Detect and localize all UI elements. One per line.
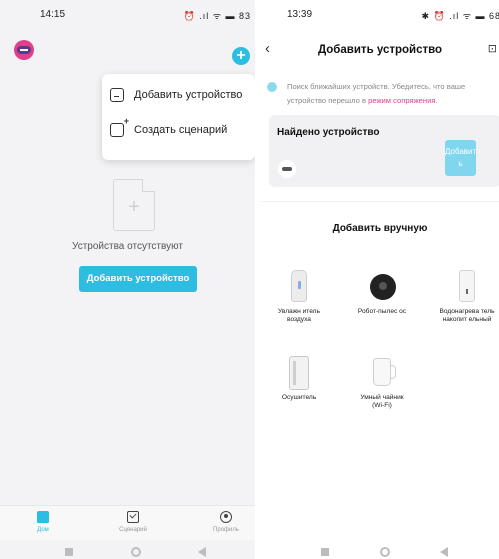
found-device-add-button[interactable]: Добавит ь [445, 140, 476, 176]
search-hint-end: . [435, 96, 438, 105]
home-circle-icon[interactable] [380, 547, 390, 557]
back-triangle-icon[interactable] [198, 547, 206, 557]
device-water-heater[interactable]: Водонагрева тель накопит ельный [439, 270, 495, 340]
menu-item-create-scene[interactable]: Создать сценарий [102, 115, 255, 145]
system-nav-bar [0, 543, 255, 559]
checkbox-icon [127, 511, 139, 523]
section-divider [261, 201, 499, 202]
empty-document-icon: + [113, 179, 155, 231]
scan-icon[interactable]: ⊡ [488, 42, 497, 55]
status-icons: ⏰ .ıl ᯤ ▬ 83 [183, 11, 251, 21]
humidifier-icon [291, 270, 307, 302]
recents-square-icon[interactable] [65, 548, 73, 556]
search-hint: Поиск ближайших устройств. Убедитесь, чт… [287, 80, 495, 108]
manual-add-title: Добавить вручную [332, 223, 428, 234]
profile-icon [220, 511, 232, 523]
searching-indicator-icon [267, 82, 277, 92]
device-smart-kettle[interactable]: Умный чайник (Wi-Fi) [354, 356, 410, 426]
create-scene-icon [110, 116, 129, 137]
water-heater-icon [459, 270, 475, 302]
tab-profile[interactable]: Профиль [201, 511, 251, 533]
add-plus-button[interactable]: + [232, 47, 250, 65]
kettle-icon [373, 358, 396, 386]
found-device-icon [278, 160, 296, 178]
status-icons: ✱ ⏰ .ıl ᯤ ▬ 68 [421, 11, 499, 21]
home-icon [37, 511, 49, 523]
device-label: Робот-пылес ос [357, 308, 407, 315]
right-phone-screen: 13:39 ✱ ⏰ .ıl ᯤ ▬ 68 ‹ Добавить устройст… [261, 0, 499, 559]
home-circle-icon[interactable] [131, 547, 141, 557]
empty-state-text: Устройства отсутствуют [72, 241, 183, 252]
status-time: 13:39 [287, 9, 313, 20]
app-logo-icon [14, 40, 34, 60]
status-bar: 14:15 ⏰ .ıl ᯤ ▬ 83 [0, 0, 255, 28]
left-phone-screen: 14:15 ⏰ .ıl ᯤ ▬ 83 + Добавить устройство… [0, 0, 255, 559]
tab-home[interactable]: Дом [18, 511, 68, 533]
add-device-icon [110, 88, 124, 102]
found-device-title: Найдено устройство [277, 127, 380, 138]
status-bar: 13:39 ✱ ⏰ .ıl ᯤ ▬ 68 [261, 0, 499, 28]
add-popup-menu: Добавить устройство Создать сценарий [102, 74, 255, 160]
dehumidifier-icon [289, 356, 309, 390]
tab-scenes-label: Сценарий [119, 527, 147, 533]
pairing-mode-link[interactable]: режим сопряжения [368, 96, 435, 105]
device-humidifier[interactable]: Увлажн итель воздуха [271, 270, 327, 340]
tab-home-label: Дом [37, 527, 49, 533]
device-label: Умный чайник (Wi-Fi) [360, 394, 404, 409]
device-label: Водонагрева тель накопит ельный [439, 308, 495, 323]
bottom-tab-bar: Дом Сценарий Профиль [0, 505, 255, 540]
tab-scenes[interactable]: Сценарий [108, 511, 158, 533]
device-dehumidifier[interactable]: Осушитель [271, 356, 327, 406]
recents-square-icon[interactable] [321, 548, 329, 556]
found-device-card: Найдено устройство Добавит ь [269, 115, 499, 187]
device-label: Осушитель [281, 394, 317, 401]
status-time: 14:15 [40, 9, 66, 20]
system-nav-bar [261, 543, 499, 559]
robot-vacuum-icon [370, 274, 396, 300]
menu-item-create-scene-label: Создать сценарий [134, 124, 228, 136]
page-title: Добавить устройство [317, 44, 443, 56]
menu-item-add-device-label: Добавить устройство [134, 89, 243, 101]
add-device-button[interactable]: Добавить устройство [79, 266, 197, 292]
tab-profile-label: Профиль [213, 527, 239, 533]
device-robot-vacuum[interactable]: Робот-пылес ос [354, 270, 410, 330]
back-triangle-icon[interactable] [440, 547, 448, 557]
device-label: Увлажн итель воздуха [278, 308, 320, 323]
menu-item-add-device[interactable]: Добавить устройство [102, 80, 255, 110]
